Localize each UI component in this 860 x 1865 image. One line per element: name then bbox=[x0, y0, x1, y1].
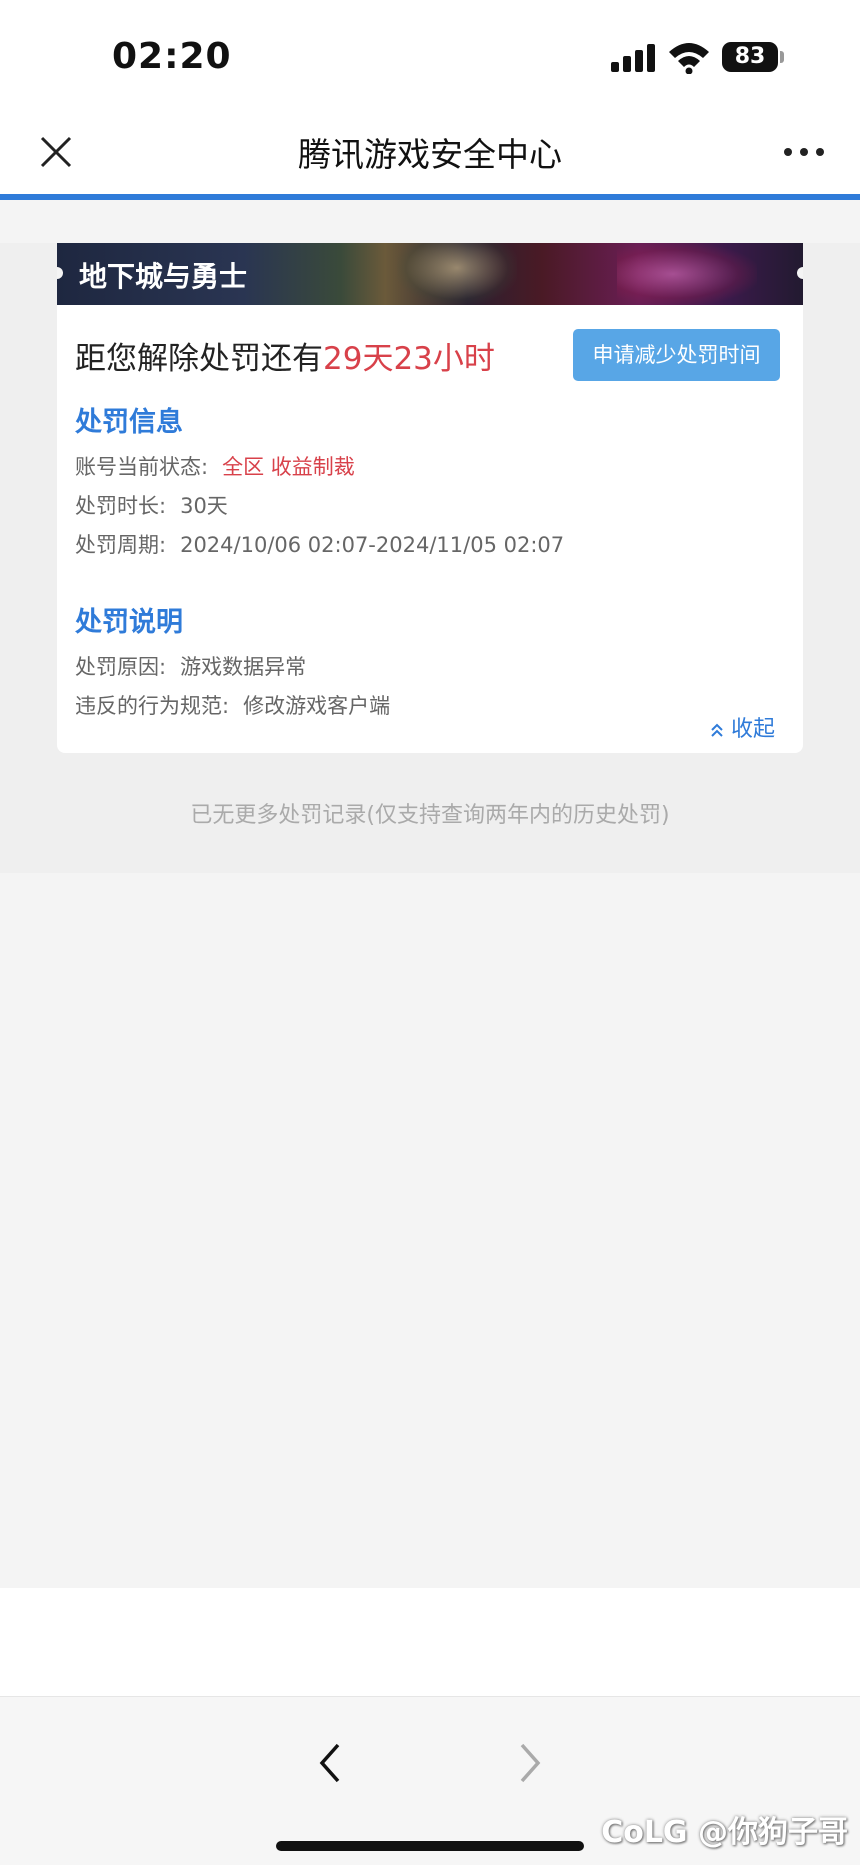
penalty-countdown: 距您解除处罚还有29天23小时 bbox=[75, 333, 495, 378]
violation-row: 违反的行为规范: 修改游戏客户端 bbox=[75, 690, 390, 720]
penalty-desc-title: 处罚说明 bbox=[75, 607, 183, 638]
watermark: CoLG @你狗子哥 bbox=[601, 1815, 848, 1850]
battery-cap bbox=[780, 51, 784, 63]
account-status-value: 全区 收益制裁 bbox=[222, 455, 355, 479]
penalty-card: 地下城与勇士 距您解除处罚还有29天23小时 申请减少处罚时间 处罚信息 账号当… bbox=[57, 243, 803, 753]
penalty-period-label: 处罚周期: bbox=[75, 533, 167, 557]
game-banner: 地下城与勇士 bbox=[57, 243, 803, 305]
account-status-row: 账号当前状态: 全区 收益制裁 bbox=[75, 451, 355, 481]
status-bar: 02:20 83 bbox=[0, 0, 860, 110]
apply-reduce-penalty-button[interactable]: 申请减少处罚时间 bbox=[573, 329, 780, 381]
cellular-signal-icon bbox=[611, 44, 657, 72]
countdown-value: 29天23小时 bbox=[323, 341, 495, 377]
banner-notch-right bbox=[797, 267, 803, 279]
penalty-info-title: 处罚信息 bbox=[75, 407, 183, 438]
collapse-button[interactable]: 收起 bbox=[709, 711, 775, 743]
penalty-reason-label: 处罚原因: bbox=[75, 655, 167, 679]
no-more-records-note: 已无更多处罚记录(仅支持查询两年内的历史处罚) bbox=[190, 803, 670, 828]
game-name: 地下城与勇士 bbox=[79, 260, 248, 293]
penalty-reason-value: 游戏数据异常 bbox=[180, 655, 307, 679]
page-title: 腾讯游戏安全中心 bbox=[298, 135, 562, 174]
account-status-label: 账号当前状态: bbox=[75, 455, 209, 479]
double-chevron-up-icon bbox=[711, 723, 723, 737]
forward-arrow-icon[interactable] bbox=[512, 1739, 548, 1787]
violation-label: 违反的行为规范: bbox=[75, 694, 230, 718]
penalty-reason-row: 处罚原因: 游戏数据异常 bbox=[75, 651, 306, 681]
penalty-duration-row: 处罚时长: 30天 bbox=[75, 490, 228, 520]
wifi-icon bbox=[669, 43, 709, 74]
penalty-duration-value: 30天 bbox=[180, 494, 228, 518]
more-options-icon[interactable] bbox=[782, 140, 826, 164]
banner-notch-left bbox=[57, 267, 63, 279]
penalty-duration-label: 处罚时长: bbox=[75, 494, 167, 518]
violation-value: 修改游戏客户端 bbox=[243, 694, 391, 718]
penalty-period-value: 2024/10/06 02:07-2024/11/05 02:07 bbox=[180, 533, 565, 557]
back-arrow-icon[interactable] bbox=[312, 1739, 348, 1787]
nav-bar: 腾讯游戏安全中心 bbox=[0, 110, 860, 200]
browser-bottom-bar: CoLG @你狗子哥 bbox=[0, 1696, 860, 1865]
banner-artwork-effects bbox=[617, 243, 757, 305]
penalty-period-row: 处罚周期: 2024/10/06 02:07-2024/11/05 02:07 bbox=[75, 529, 564, 559]
status-time: 02:20 bbox=[112, 36, 232, 77]
battery-icon: 83 bbox=[722, 42, 778, 72]
collapse-label: 收起 bbox=[731, 717, 776, 742]
countdown-prefix: 距您解除处罚还有 bbox=[75, 341, 323, 377]
banner-artwork-character bbox=[397, 243, 517, 305]
home-indicator[interactable] bbox=[276, 1841, 584, 1851]
